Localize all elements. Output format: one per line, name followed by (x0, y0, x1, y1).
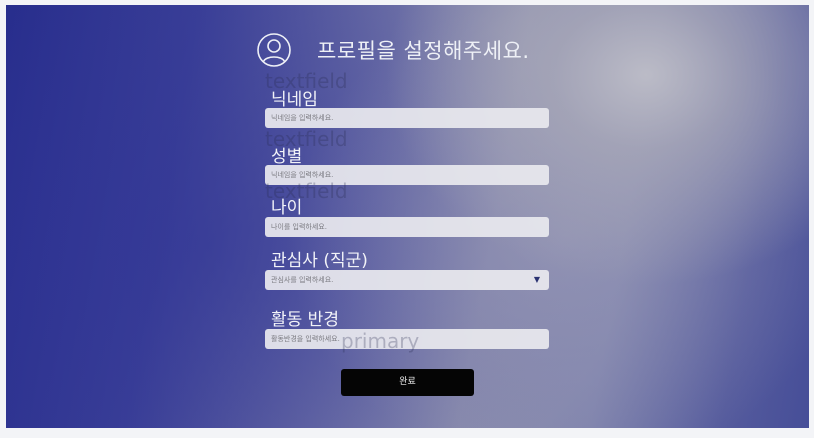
interest-select[interactable]: 관심사를 입력하세요. ▼ (265, 270, 549, 290)
nickname-label: 닉네임 (271, 90, 318, 110)
overlay-label-primary: primary (341, 329, 420, 353)
age-label: 나이 (271, 198, 303, 218)
submit-button[interactable]: 완료 (341, 369, 474, 396)
interest-select-value: 관심사를 입력하세요. (271, 276, 334, 284)
interest-label: 관심사 (직군) (271, 251, 368, 271)
area-label: 활동 반경 (271, 310, 339, 330)
page-title: 프로필을 설정해주세요. (317, 39, 530, 63)
triangle-down-icon[interactable]: ▼ (534, 270, 540, 290)
user-profile-icon (257, 33, 291, 67)
gender-label: 성별 (271, 147, 303, 167)
nickname-input[interactable] (265, 108, 549, 128)
profile-setup-screen: 프로필을 설정해주세요. textfield 닉네임 textfield 성별 … (6, 5, 809, 428)
age-input[interactable] (265, 217, 549, 237)
